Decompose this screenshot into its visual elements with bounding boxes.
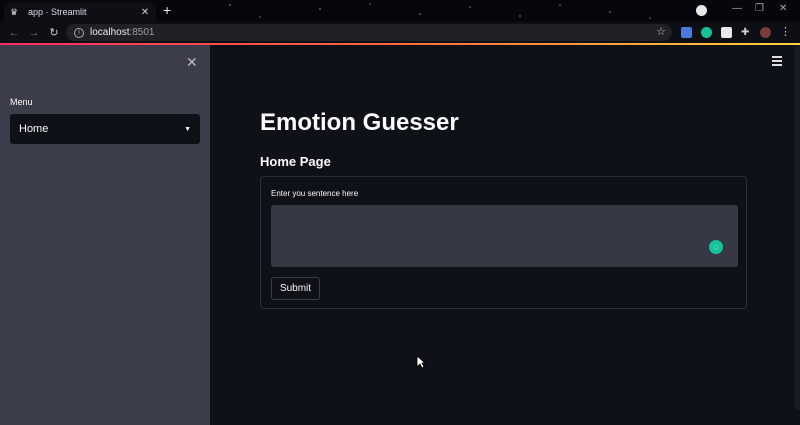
submit-button[interactable]: Submit bbox=[271, 277, 320, 300]
tab-title: app · Streamlit bbox=[28, 7, 87, 17]
scrollbar[interactable] bbox=[795, 45, 800, 410]
chevron-down-icon: ▼ bbox=[184, 125, 191, 133]
forward-icon[interactable]: → bbox=[26, 25, 42, 41]
new-tab-button[interactable]: + bbox=[163, 2, 171, 18]
window-close-icon[interactable]: ✕ bbox=[779, 3, 787, 14]
page-title: Emotion Guesser bbox=[260, 109, 459, 136]
restore-icon[interactable]: ❐ bbox=[755, 3, 764, 14]
url-port: :8501 bbox=[129, 27, 155, 38]
browser-tab[interactable]: ♛ app · Streamlit ✕ bbox=[4, 2, 156, 22]
minimize-icon[interactable]: — bbox=[732, 3, 742, 14]
sentence-field-label: Enter you sentence here bbox=[271, 189, 359, 198]
back-icon[interactable]: ← bbox=[6, 25, 22, 41]
browser-menu-icon[interactable]: ⋮ bbox=[780, 27, 791, 38]
menu-select[interactable]: Home ▼ bbox=[10, 114, 200, 144]
url-host: localhost bbox=[90, 27, 130, 38]
sentence-form: Enter you sentence here ◌ Submit bbox=[260, 176, 747, 309]
streamlit-crown-icon: ♛ bbox=[10, 7, 19, 17]
avatar[interactable] bbox=[760, 27, 771, 38]
menu-label: Menu bbox=[10, 97, 33, 107]
reload-icon[interactable]: ↻ bbox=[46, 25, 62, 41]
site-info-icon[interactable]: i bbox=[74, 27, 84, 38]
puzzle-extensions-icon[interactable]: ✚ bbox=[741, 27, 752, 38]
main-content: Emotion Guesser Home Page Enter you sent… bbox=[210, 45, 800, 425]
grammarly-extension-icon[interactable] bbox=[701, 27, 712, 38]
browser-tabbar: ♛ app · Streamlit ✕ + — ❐ ✕ bbox=[0, 0, 800, 22]
translate-extension-icon[interactable] bbox=[681, 27, 692, 38]
profile-icon[interactable] bbox=[696, 5, 707, 16]
extension-icon[interactable] bbox=[721, 27, 732, 38]
grammarly-icon[interactable]: ◌ bbox=[709, 240, 723, 254]
sidebar-close-icon[interactable]: ✕ bbox=[186, 55, 198, 69]
hamburger-menu-icon[interactable] bbox=[772, 56, 782, 68]
tab-close-icon[interactable]: ✕ bbox=[140, 7, 150, 18]
browser-toolbar: ← → ↻ i localhost :8501 ☆ ✚ ⋮ bbox=[0, 22, 800, 43]
sentence-textarea[interactable]: ◌ bbox=[271, 205, 738, 267]
mouse-cursor-icon bbox=[416, 355, 426, 369]
menu-select-value: Home bbox=[19, 123, 49, 135]
address-bar[interactable]: i localhost :8501 ☆ bbox=[66, 24, 672, 41]
page-subtitle: Home Page bbox=[260, 154, 331, 169]
bookmark-star-icon[interactable]: ☆ bbox=[656, 25, 666, 38]
sidebar: ✕ Menu Home ▼ bbox=[0, 45, 210, 425]
